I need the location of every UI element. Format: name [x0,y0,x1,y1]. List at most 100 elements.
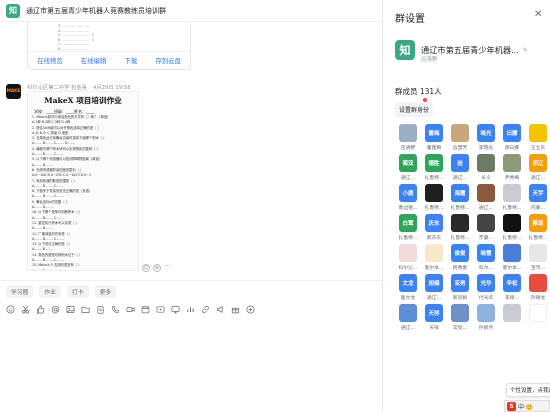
member-item[interactable]: 庆东 郝东东 [421,214,447,244]
chat-title[interactable]: 通辽市第五届青少年机器人竞赛教练员培训群 [26,6,166,16]
member-avatar[interactable]: 亚男 [451,274,469,292]
edit-online-button[interactable]: 在线编辑 [81,56,107,65]
link-icon[interactable] [201,305,210,314]
member-avatar[interactable] [425,184,443,202]
edit-icon[interactable]: ✎ [523,47,528,54]
member-avatar[interactable]: 德胜 [425,154,443,172]
member-avatar[interactable] [503,244,521,262]
member-item[interactable]: 墨尔本... [499,244,525,274]
folder-icon[interactable] [81,305,90,314]
member-avatar[interactable]: 曰娜 [503,124,521,142]
save-to-cloud-button[interactable]: 存到云盘 [155,56,181,65]
member-avatar[interactable] [477,304,495,322]
more-icon[interactable]: ··· [164,262,171,270]
member-avatar[interactable]: 俊俊 [451,244,469,262]
member-item[interactable]: 扎鲁特... [421,184,447,214]
member-item[interactable]: 曰娜 薛曰娜 [499,124,525,154]
tab-study-circle[interactable]: 学习圈 [6,285,34,298]
member-item[interactable]: 吕清野 [395,124,421,154]
member-item[interactable]: 旭娟 通辽... [421,274,447,304]
member-avatar[interactable]: 文龙 [399,274,417,292]
smile-icon[interactable] [6,305,15,314]
member-avatar[interactable]: 小鹿 [399,184,417,202]
member-avatar[interactable] [529,124,547,142]
member-item[interactable]: 科尔沁... [395,244,421,274]
member-item[interactable]: 晓光 李晓光 [473,124,499,154]
member-avatar[interactable] [451,124,469,142]
member-avatar[interactable]: 蔺双 [399,154,417,172]
member-item[interactable]: 宝市... [525,244,550,274]
member-avatar[interactable] [529,304,547,322]
member-avatar[interactable] [399,304,417,322]
member-avatar[interactable]: 晓雪 [477,244,495,262]
vote-icon[interactable] [186,305,195,314]
member-avatar[interactable]: 旭娟 [425,274,443,292]
member-item[interactable]: 尹秀梅 [499,154,525,184]
member-avatar[interactable]: 岩 [451,154,469,172]
member-item[interactable]: 扎鲁特... [499,214,525,244]
live-icon[interactable] [156,305,165,314]
member-avatar[interactable] [503,304,521,322]
member-item[interactable]: 董梅 董建梅 [421,124,447,154]
notice-icon[interactable] [216,305,225,314]
member-item[interactable]: 边慧芳 [447,124,473,154]
image-icon[interactable] [66,305,75,314]
member-avatar[interactable] [477,184,495,202]
gift-icon[interactable] [231,305,240,314]
member-avatar[interactable] [399,244,417,262]
ime-toolbar[interactable]: S 中·🙂 [504,400,550,412]
member-item[interactable]: 辛松 李德... [499,274,525,304]
member-item[interactable]: 晓雪 科尔... [473,244,499,274]
screen-icon[interactable] [171,305,180,314]
scissors-icon[interactable] [21,305,30,314]
member-item[interactable]: 蔡琼 扎鲁特... [525,214,550,244]
member-item[interactable] [499,304,525,334]
tab-more[interactable]: 更多 [94,285,117,298]
member-avatar[interactable] [503,214,521,232]
member-item[interactable]: 小鹿 鲁边德... [395,184,421,214]
member-avatar[interactable] [529,274,547,292]
download-button[interactable]: 下载 [124,56,137,65]
clipboard-icon[interactable] [96,305,105,314]
member-item[interactable]: 孙新月 [473,304,499,334]
quote-reply-icon[interactable]: ⊕ [153,264,161,272]
tooltip[interactable]: 个性设置，点我进 [506,383,550,397]
set-role-button[interactable]: 设置群身份 [395,102,434,117]
member-item[interactable]: 天宇 内蒙... [525,184,550,214]
member-item[interactable]: 亚男 新风娟 [447,274,473,304]
member-avatar[interactable] [451,214,469,232]
member-item[interactable]: 扎鲁特... [447,214,473,244]
member-avatar[interactable]: 祁辽 [529,154,547,172]
emoji-reaction-icon[interactable]: ☺ [142,264,150,272]
plus-icon[interactable] [246,305,255,314]
member-avatar[interactable] [503,184,521,202]
sender-avatar[interactable]: MAKE [6,84,21,99]
member-avatar[interactable]: 辛松 [503,274,521,292]
at-icon[interactable] [51,305,60,314]
tab-checkin[interactable]: 打卡 [67,285,89,298]
member-item[interactable]: 通辽... [395,304,421,334]
member-item[interactable]: 俊俊 杨秀委 [447,244,473,274]
member-avatar[interactable] [451,304,469,322]
member-item[interactable]: 孙德龙 [525,274,550,304]
member-item[interactable]: 通辽... [473,184,499,214]
member-item[interactable]: 长义 [473,154,499,184]
member-avatar[interactable]: 庆东 [425,214,443,232]
member-avatar[interactable]: 白鹭 [399,214,417,232]
preview-online-button[interactable]: 在线预览 [37,56,63,65]
member-avatar[interactable]: 海霞 [451,184,469,202]
member-avatar[interactable] [529,244,547,262]
homework-image[interactable]: MakeX 项目培训作业 学校：____班级：____姓名：____ 1. Mb… [27,91,139,271]
member-avatar[interactable]: 光华 [477,274,495,292]
member-item[interactable]: 蔺双 通辽... [395,154,421,184]
member-avatar[interactable] [399,124,417,142]
member-item[interactable]: 海霞 扎鲁特... [447,184,473,214]
member-item[interactable] [525,304,550,334]
member-item[interactable]: 岩通辽... [447,154,473,184]
member-avatar[interactable] [477,154,495,172]
member-avatar[interactable]: 晓光 [477,124,495,142]
member-item[interactable]: 光华 付光华 [473,274,499,304]
close-icon[interactable]: ✕ [534,9,542,20]
member-item[interactable]: 王立东 [525,124,550,154]
member-avatar[interactable]: 天宇 [529,184,547,202]
